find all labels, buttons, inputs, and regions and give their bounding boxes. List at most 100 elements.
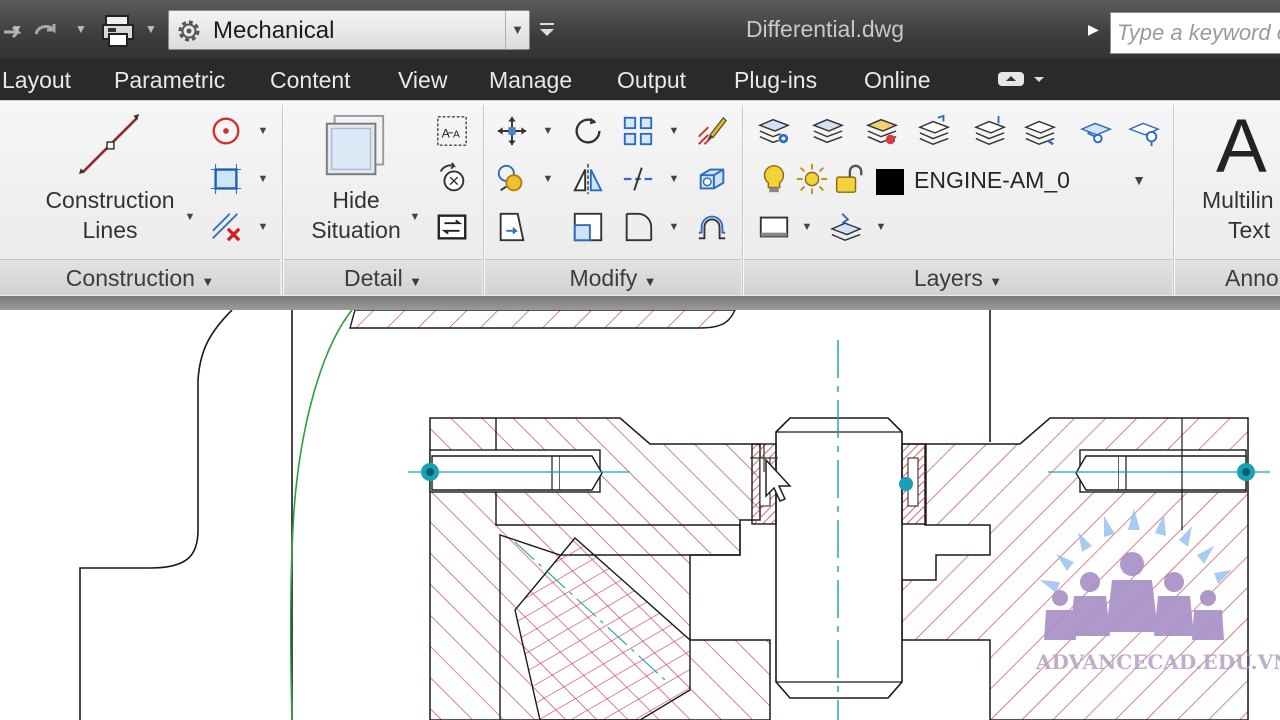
hatch-edit-icon[interactable] (694, 113, 730, 149)
layer-walk-icon[interactable] (916, 113, 952, 149)
chevron-down-icon: ▼ (409, 274, 423, 289)
multiline-text-icon[interactable]: A (1216, 107, 1267, 187)
array-icon[interactable] (620, 113, 656, 149)
tab-output[interactable]: Output (617, 62, 686, 98)
multiline-text-label-1[interactable]: Multilin (1202, 185, 1274, 215)
layer-states-icon[interactable] (810, 113, 846, 149)
center-pin (775, 417, 903, 699)
sun-thaw-icon[interactable] (794, 161, 830, 197)
construction-lines-icon[interactable] (72, 109, 148, 181)
chevron-down-icon[interactable]: ▼ (667, 113, 681, 149)
layer-properties-icon[interactable] (756, 113, 792, 149)
layer-unisolate-icon[interactable] (1126, 113, 1162, 149)
panel-divider (483, 105, 484, 295)
scale-icon[interactable] (570, 209, 606, 245)
redo-dropdown-icon[interactable]: ▼ (74, 14, 88, 44)
document-title: Differential.dwg (745, 16, 905, 42)
mirror-icon[interactable] (570, 161, 606, 197)
construction-lines-label-2[interactable]: Lines (38, 215, 182, 245)
redo-arrow-icon[interactable] (30, 12, 66, 48)
tab-plug-ins[interactable]: Plug-ins (734, 62, 817, 98)
chevron-down-icon[interactable]: ▼ (667, 209, 681, 245)
trim-extend-icon[interactable] (620, 161, 656, 197)
offset-icon[interactable] (694, 209, 730, 245)
refresh-detail-icon[interactable] (434, 161, 470, 197)
chevron-down-icon[interactable]: ▼ (667, 161, 681, 197)
panel-divider (282, 105, 283, 295)
chevron-down-icon[interactable]: ▼ (874, 209, 888, 245)
tab-online[interactable]: Online (864, 62, 930, 98)
detail-update-icon[interactable] (434, 209, 470, 245)
panel-title-construction[interactable]: Construction ▼ (0, 259, 280, 295)
autocad-window: ▼ ▼ ▼ Mechanical ▼ Differential.dwg ▶ Ty… (0, 0, 1280, 720)
chevron-down-icon[interactable]: ▼ (183, 199, 197, 235)
fillet-icon[interactable] (620, 209, 656, 245)
watermark-text: ADVANCECAD.EDU.VN (1036, 650, 1280, 674)
gear-icon (175, 17, 203, 45)
rectangle-construction-icon[interactable] (208, 161, 244, 197)
chevron-down-icon[interactable]: ▼ (408, 199, 422, 235)
svg-text:A: A (453, 130, 460, 141)
layer-isolate-icon[interactable] (864, 113, 900, 149)
undo-dropdown-icon[interactable]: ▼ (10, 14, 24, 44)
hide-situation-label-2[interactable]: Situation (296, 215, 416, 245)
chevron-down-icon[interactable]: ▼ (1128, 165, 1150, 195)
stretch-icon[interactable] (494, 209, 530, 245)
circle-construction-icon[interactable] (208, 113, 244, 149)
title-bar: ▼ ▼ ▼ Mechanical ▼ Differential.dwg ▶ Ty… (0, 0, 1280, 58)
copy-icon[interactable] (494, 161, 530, 197)
ribbon-tab-bar: Layout Parametric Content View Manage Ou… (0, 58, 1280, 100)
match-layer-icon[interactable] (828, 209, 864, 245)
text-scale-icon[interactable]: AA (434, 113, 470, 149)
layer-merge-icon[interactable] (972, 113, 1008, 149)
hide-situation-label-1[interactable]: Hide (296, 185, 416, 215)
current-layer-name[interactable]: ENGINE-AM_0 (914, 165, 1070, 195)
tab-view[interactable]: View (398, 62, 447, 98)
svg-text:A: A (442, 127, 451, 141)
plot-icon[interactable] (100, 12, 140, 48)
plot-dropdown-icon[interactable]: ▼ (144, 14, 158, 44)
workspace-selector[interactable]: Mechanical ▼ (168, 10, 530, 50)
panel-title-detail[interactable]: Detail ▼ (284, 259, 482, 295)
chevron-down-icon: ▼ (989, 274, 1003, 289)
layer-delete-icon[interactable] (1022, 113, 1058, 149)
multiline-text-label-2[interactable]: Text (1228, 215, 1270, 245)
make-current-icon[interactable] (756, 209, 792, 245)
workspace-label: Mechanical (213, 17, 335, 44)
panel-divider (742, 105, 743, 295)
ribbon-minimize-icon[interactable] (996, 68, 1050, 92)
layer-previous-icon[interactable] (1078, 113, 1114, 149)
hide-situation-icon[interactable] (320, 111, 390, 183)
chevron-down-icon[interactable]: ▼ (256, 161, 270, 197)
tab-manage[interactable]: Manage (489, 62, 572, 98)
chevron-down-icon[interactable]: ▼ (541, 161, 555, 197)
chevron-down-icon[interactable]: ▼ (800, 209, 814, 245)
chevron-down-icon[interactable]: ▼ (541, 113, 555, 149)
top-flange (349, 310, 736, 329)
unlock-icon[interactable] (830, 161, 866, 197)
drawing-canvas[interactable]: ADVANCECAD.EDU.VN (0, 310, 1280, 720)
chevron-down-icon[interactable]: ▼ (505, 11, 529, 49)
tab-content[interactable]: Content (270, 62, 351, 98)
ribbon-border (0, 296, 1280, 310)
chevron-down-icon: ▼ (201, 274, 215, 289)
construction-curve (289, 310, 353, 720)
move-icon[interactable] (494, 113, 530, 149)
chevron-down-icon[interactable]: ▼ (256, 209, 270, 245)
customize-toolbar-icon[interactable] (538, 14, 556, 44)
expand-arrow-icon[interactable]: ▶ (1088, 14, 1106, 44)
tab-parametric[interactable]: Parametric (114, 62, 225, 98)
tab-layout[interactable]: Layout (2, 62, 71, 98)
delete-construction-icon[interactable] (208, 209, 244, 245)
construction-lines-label-1[interactable]: Construction (38, 185, 182, 215)
panel-title-annotation[interactable]: Anno (1175, 259, 1280, 295)
3d-solid-icon[interactable] (694, 161, 730, 197)
panel-title-layers[interactable]: Layers ▼ (744, 259, 1172, 295)
chevron-down-icon[interactable]: ▼ (256, 113, 270, 149)
panel-title-modify[interactable]: Modify ▼ (485, 259, 741, 295)
rotate-icon[interactable] (570, 113, 606, 149)
search-field[interactable] (1110, 12, 1280, 54)
lightbulb-on-icon[interactable] (756, 161, 792, 197)
chevron-down-icon: ▼ (643, 274, 657, 289)
search-input[interactable] (1111, 13, 1280, 53)
